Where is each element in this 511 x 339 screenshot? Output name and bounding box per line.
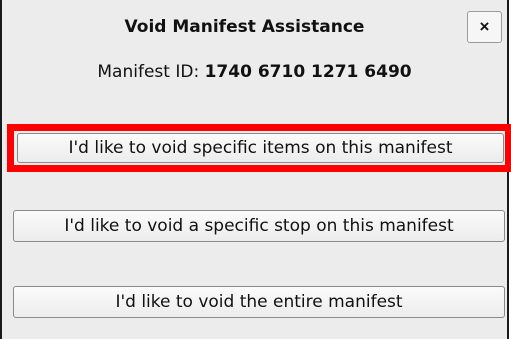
manifest-id-line: Manifest ID: 1740 6710 1271 6490 bbox=[2, 62, 507, 82]
void-specific-stop-button[interactable]: I'd like to void a specific stop on this… bbox=[13, 210, 505, 242]
void-entire-manifest-button[interactable]: I'd like to void the entire manifest bbox=[13, 286, 505, 318]
manifest-id-label: Manifest ID: bbox=[97, 62, 205, 82]
void-manifest-dialog: Void Manifest Assistance × Manifest ID: … bbox=[0, 0, 511, 339]
manifest-id-value: 1740 6710 1271 6490 bbox=[204, 62, 412, 82]
void-specific-items-button[interactable]: I'd like to void specific items on this … bbox=[17, 133, 504, 163]
close-icon: × bbox=[479, 17, 490, 36]
dialog-title: Void Manifest Assistance bbox=[124, 17, 365, 37]
close-button[interactable]: × bbox=[467, 11, 502, 43]
